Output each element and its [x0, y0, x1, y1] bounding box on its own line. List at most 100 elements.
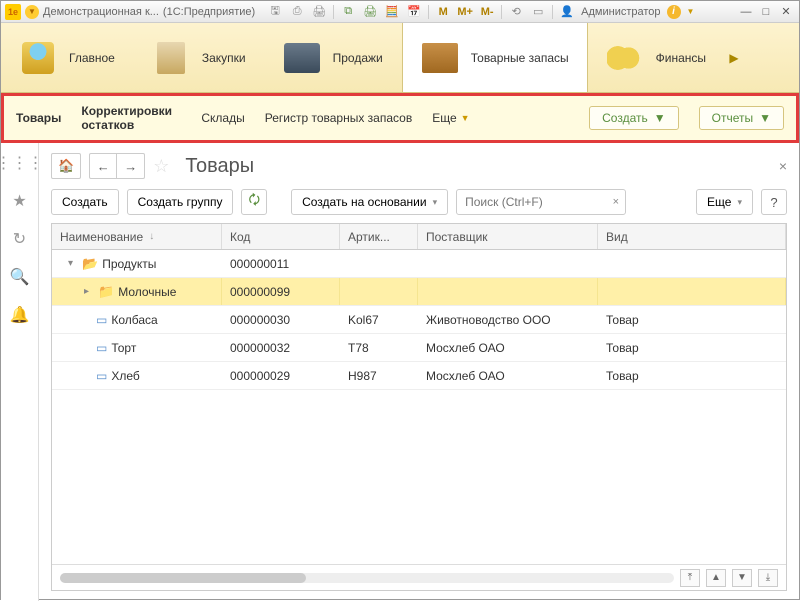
- memory-mminus-button[interactable]: M-: [479, 4, 495, 20]
- scrollbar-thumb[interactable]: [60, 573, 306, 583]
- col-article[interactable]: Артик...: [340, 224, 418, 249]
- cell-name: ▭Торт: [52, 334, 222, 361]
- window-controls: — □ ✕: [737, 5, 795, 19]
- col-supplier[interactable]: Поставщик: [418, 224, 598, 249]
- print-preview-icon[interactable]: ⎙: [289, 4, 305, 20]
- table-row[interactable]: ▭Колбаса000000030Kol67Животноводство ООО…: [52, 306, 786, 334]
- close-page-button[interactable]: ×: [779, 158, 787, 174]
- scroll-last-button[interactable]: ⤓: [758, 569, 778, 587]
- section-finance[interactable]: Финансы: [588, 23, 725, 92]
- section-nav-more[interactable]: ▶: [725, 23, 743, 92]
- print-icon[interactable]: 🖨: [311, 4, 327, 20]
- side-toolbar: ⋮⋮⋮ ★ ↻ 🔍 🔔: [1, 143, 39, 601]
- cell-name: ▭Хлеб: [52, 362, 222, 389]
- table-row[interactable]: ▭Торт000000032T78Мосхлеб ОАОТовар: [52, 334, 786, 362]
- history-icon[interactable]: ↻: [10, 229, 30, 249]
- memory-m-button[interactable]: M: [435, 4, 451, 20]
- calculator-icon[interactable]: 🧮: [384, 4, 400, 20]
- subnav-more-label: Еще: [432, 111, 456, 125]
- cell-kind: Товар: [598, 306, 786, 333]
- save-icon[interactable]: 🖫: [267, 4, 283, 20]
- app-badge-icon: 1e: [5, 4, 21, 20]
- search-input[interactable]: [457, 195, 625, 209]
- favorites-icon[interactable]: ★: [10, 191, 30, 211]
- button-label: Создать: [602, 111, 648, 125]
- cell-code: 000000029: [222, 362, 340, 389]
- section-main[interactable]: Главное: [1, 23, 134, 92]
- zoom-back-icon[interactable]: ⟲: [508, 4, 524, 20]
- more-button[interactable]: Еще▾: [696, 189, 753, 215]
- subnav-register[interactable]: Регистр товарных запасов: [265, 111, 412, 125]
- table-row[interactable]: ▭Хлеб000000029H987Мосхлеб ОАОТовар: [52, 362, 786, 390]
- subnav-goods[interactable]: Товары: [16, 111, 61, 125]
- title-toolbar: 🖫 ⎙ 🖨 ⧉ 🖨 🧮 📅 M M+ M- ⟲ ▭ 👤 Администрато…: [267, 4, 694, 20]
- scroll-first-button[interactable]: ⤒: [680, 569, 700, 587]
- section-label: Товарные запасы: [471, 51, 569, 65]
- create-group-button[interactable]: Создать группу: [127, 189, 234, 215]
- apps-icon[interactable]: ⋮⋮⋮: [10, 153, 30, 173]
- user-label: Администратор: [581, 6, 660, 18]
- search-icon[interactable]: 🔍: [10, 267, 30, 287]
- subnav-more[interactable]: Еще▼: [432, 111, 469, 125]
- close-button[interactable]: ✕: [777, 5, 795, 19]
- info-icon[interactable]: i: [667, 5, 681, 19]
- search-box[interactable]: ×: [456, 189, 626, 215]
- subnav-reports-button[interactable]: Отчеты▼: [699, 106, 784, 130]
- minimize-button[interactable]: —: [737, 5, 755, 19]
- col-kind[interactable]: Вид: [598, 224, 786, 249]
- table-row[interactable]: ▾📂Продукты000000011: [52, 250, 786, 278]
- table-row[interactable]: ▸📁Молочные000000099: [52, 278, 786, 306]
- help-button[interactable]: ?: [761, 189, 787, 215]
- nav-forward-button[interactable]: →: [117, 153, 145, 179]
- section-label: Продажи: [333, 51, 383, 65]
- refresh-button[interactable]: 🗘: [241, 189, 267, 215]
- subnav-create-button[interactable]: Создать▼: [589, 106, 679, 130]
- boxes-icon: [421, 39, 459, 77]
- nav-back-button[interactable]: ←: [89, 153, 117, 179]
- content-header: 🏠 ← → ☆ Товары ×: [51, 153, 787, 179]
- calendar-icon[interactable]: 📅: [406, 4, 422, 20]
- create-based-button[interactable]: Создать на основании▾: [291, 189, 448, 215]
- col-code[interactable]: Код: [222, 224, 340, 249]
- cell-article: Kol67: [340, 306, 418, 333]
- subnav-warehouses[interactable]: Склады: [201, 111, 244, 125]
- col-name[interactable]: Наименование↓: [52, 224, 222, 249]
- separator: [333, 5, 334, 19]
- notifications-icon[interactable]: 🔔: [10, 305, 30, 325]
- tree-toggle-icon[interactable]: ▸: [84, 286, 94, 297]
- window-title: Демонстрационная к...: [43, 6, 159, 18]
- subnav-corrections[interactable]: Корректировки остатков: [81, 104, 181, 133]
- row-name-text: Молочные: [118, 285, 176, 299]
- compare-icon[interactable]: ⧉: [340, 4, 356, 20]
- maximize-button[interactable]: □: [757, 5, 775, 19]
- scroll-up-button[interactable]: ▲: [706, 569, 726, 587]
- row-name-text: Хлеб: [111, 369, 139, 383]
- create-button[interactable]: Создать: [51, 189, 119, 215]
- scroll-down-button[interactable]: ▼: [732, 569, 752, 587]
- panel-icon[interactable]: ▭: [530, 4, 546, 20]
- item-icon: ▭: [96, 313, 107, 327]
- print2-icon[interactable]: 🖨: [362, 4, 378, 20]
- cell-supplier: Мосхлеб ОАО: [418, 334, 598, 361]
- table-body: ▾📂Продукты000000011▸📁Молочные000000099▭К…: [52, 250, 786, 564]
- app-menu-dropdown[interactable]: ▼: [25, 5, 39, 19]
- home-button[interactable]: 🏠: [51, 153, 81, 179]
- cell-supplier: Животноводство ООО: [418, 306, 598, 333]
- memory-mplus-button[interactable]: M+: [457, 4, 473, 20]
- search-clear-icon[interactable]: ×: [613, 196, 619, 208]
- tree-toggle-icon[interactable]: ▾: [68, 258, 78, 269]
- cell-article: [340, 278, 418, 305]
- row-name-text: Продукты: [102, 257, 156, 271]
- refresh-icon: 🗘: [248, 191, 260, 213]
- cell-kind: Товар: [598, 362, 786, 389]
- table-footer: ⤒ ▲ ▼ ⤓: [52, 564, 786, 590]
- section-sales[interactable]: Продажи: [265, 23, 402, 92]
- favorite-star-icon[interactable]: ☆: [153, 156, 169, 177]
- section-purchases[interactable]: Закупки: [134, 23, 265, 92]
- h-scrollbar[interactable]: [60, 573, 674, 583]
- cell-supplier: [418, 278, 598, 305]
- sort-indicator-icon: ↓: [149, 231, 154, 242]
- section-label: Закупки: [202, 51, 246, 65]
- section-inventory[interactable]: Товарные запасы: [402, 23, 588, 92]
- content: 🏠 ← → ☆ Товары × Создать Создать группу …: [39, 143, 799, 601]
